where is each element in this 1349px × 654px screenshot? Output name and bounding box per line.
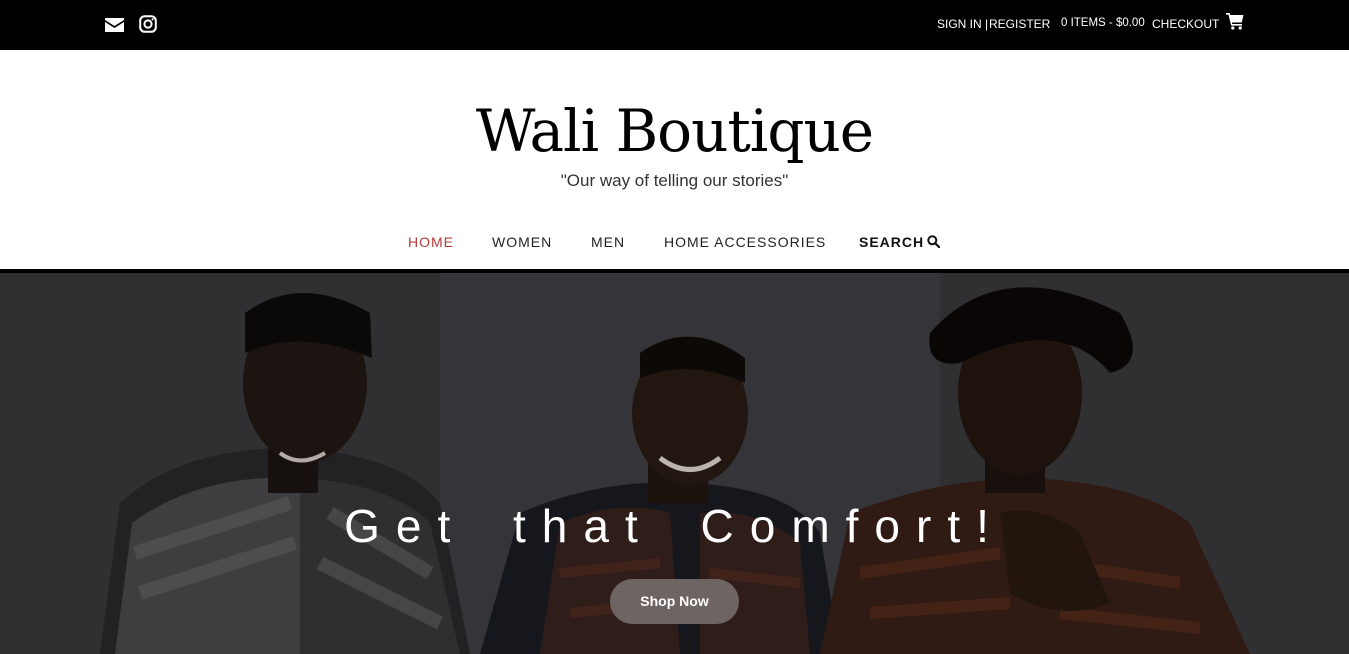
checkout-link[interactable]: CHECKOUT xyxy=(1152,17,1219,31)
nav-item-men[interactable]: MEN xyxy=(591,234,625,250)
sign-in-link[interactable]: SIGN IN xyxy=(937,17,982,31)
nav-item-home-accessories[interactable]: HOME ACCESSORIES xyxy=(664,234,826,250)
hero-heading: Get that Comfort! xyxy=(344,500,1005,552)
site-title[interactable]: Wali Boutique xyxy=(0,95,1349,167)
shopping-cart-icon[interactable] xyxy=(1226,12,1244,30)
cart-summary[interactable]: 0 ITEMS - $0.00 xyxy=(1061,17,1145,29)
instagram-icon[interactable] xyxy=(139,15,157,33)
nav-search[interactable]: SEARCH xyxy=(859,234,941,250)
envelope-icon[interactable] xyxy=(104,15,125,33)
site-header: Wali Boutique "Our way of telling our st… xyxy=(0,50,1349,273)
main-nav: HOME WOMEN MEN HOME ACCESSORIES SEARCH xyxy=(0,234,1349,254)
link-separator: | xyxy=(985,17,989,31)
nav-search-label: SEARCH xyxy=(859,234,925,250)
top-bar: SIGN IN | REGISTER 0 ITEMS - $0.00 CHECK… xyxy=(0,0,1349,50)
hero-banner: Get that Comfort! Shop Now xyxy=(0,273,1349,654)
shop-now-button[interactable]: Shop Now xyxy=(610,579,739,624)
nav-item-home[interactable]: HOME xyxy=(408,234,454,250)
search-icon xyxy=(927,235,941,248)
site-tagline: "Our way of telling our stories" xyxy=(560,171,789,190)
nav-item-women[interactable]: WOMEN xyxy=(492,234,552,250)
register-link[interactable]: REGISTER xyxy=(989,17,1050,31)
